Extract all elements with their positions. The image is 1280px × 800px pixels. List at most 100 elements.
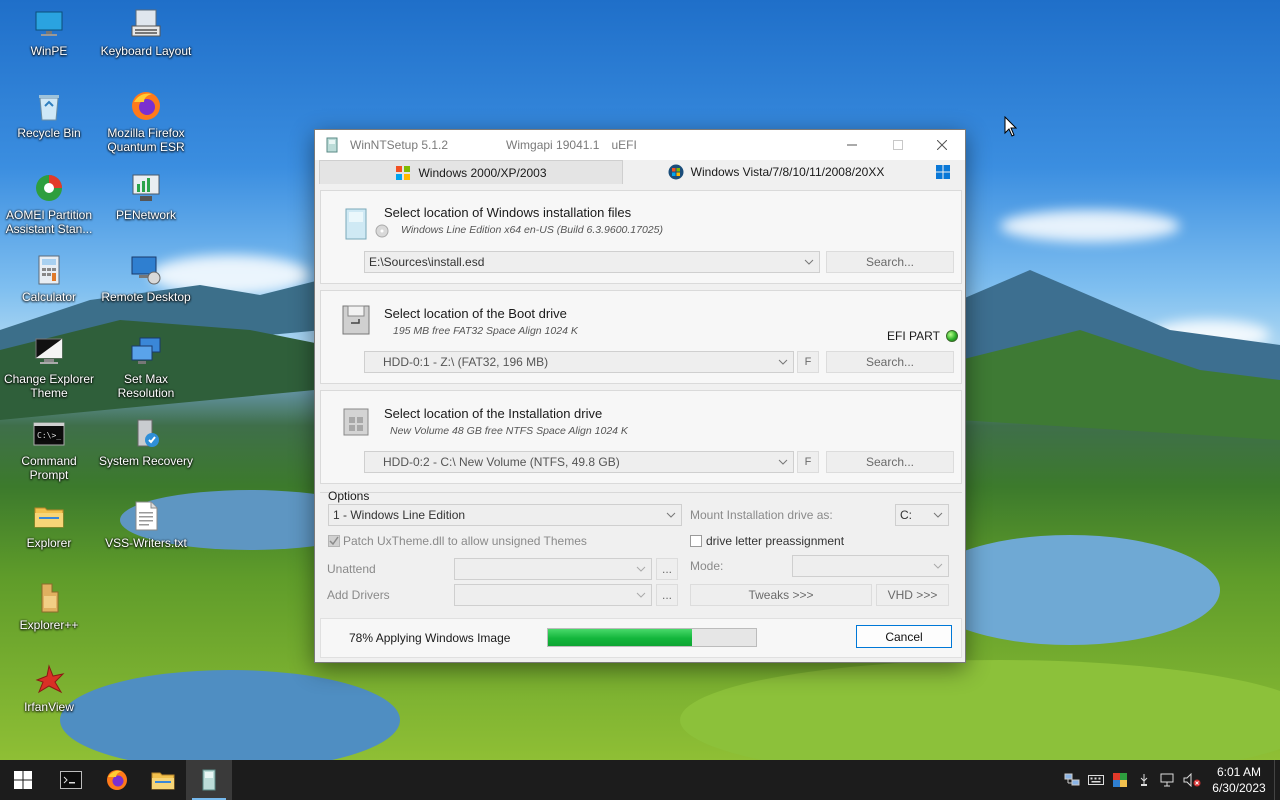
taskbar-clock[interactable]: 6:01 AM 6/30/2023 bbox=[1204, 764, 1274, 796]
chevron-down-icon bbox=[933, 512, 943, 518]
desktop-icon-calculator[interactable]: Calculator bbox=[1, 254, 97, 304]
title-bar[interactable]: WinNTSetup 5.1.2 Wimgapi 19041.1 uEFI bbox=[315, 130, 965, 160]
folder-icon bbox=[151, 772, 175, 790]
firefox-icon bbox=[130, 90, 162, 122]
network-adapter-icon bbox=[1064, 773, 1080, 786]
options-heading: Options bbox=[328, 489, 370, 503]
clock-time: 6:01 AM bbox=[1216, 765, 1262, 779]
tray-volume[interactable] bbox=[1180, 760, 1204, 800]
install-drive-panel: Select location of the Installation driv… bbox=[320, 390, 962, 484]
windows-logo-icon[interactable] bbox=[935, 164, 951, 180]
mode-label: Mode: bbox=[690, 559, 724, 573]
cancel-button[interactable]: Cancel bbox=[856, 625, 952, 648]
winntsetup-app-icon bbox=[202, 769, 216, 791]
install-drive-format-button[interactable]: F bbox=[797, 451, 819, 473]
unattend-combo[interactable] bbox=[454, 558, 652, 580]
taskbar: 6:01 AM 6/30/2023 bbox=[0, 760, 1280, 800]
minimize-icon bbox=[847, 144, 857, 146]
desktop-icon-vss-writers[interactable]: VSS-Writers.txt bbox=[98, 500, 194, 550]
install-files-search-button[interactable]: Search... bbox=[826, 251, 954, 273]
desktop-icon-system-recovery[interactable]: System Recovery bbox=[98, 418, 194, 468]
tray-network-adapter[interactable] bbox=[1060, 760, 1084, 800]
tray-keyboard[interactable] bbox=[1084, 760, 1108, 800]
chevron-down-icon bbox=[636, 566, 646, 572]
tweaks-button[interactable]: Tweaks >>> bbox=[690, 584, 872, 606]
calculator-icon bbox=[33, 254, 65, 286]
boot-drive-format-button[interactable]: F bbox=[797, 351, 819, 373]
edition-combo[interactable]: 1 - Windows Line Edition bbox=[328, 504, 682, 526]
tab-windows-vista-plus[interactable]: Windows Vista/7/8/10/11/2008/20XX bbox=[623, 160, 929, 184]
desktop-icon-irfanview[interactable]: IrfanView bbox=[1, 664, 97, 714]
drive-letter-checkbox[interactable] bbox=[690, 535, 702, 547]
winntsetup-app-icon bbox=[326, 137, 338, 153]
desktop-icon-set-max-resolution[interactable]: Set Max Resolution bbox=[98, 336, 194, 400]
boot-drive-search-button[interactable]: Search... bbox=[826, 351, 954, 373]
vhd-button[interactable]: VHD >>> bbox=[876, 584, 949, 606]
mount-drive-label: Mount Installation drive as: bbox=[690, 508, 833, 522]
close-button[interactable] bbox=[919, 130, 965, 160]
taskbar-explorer[interactable] bbox=[140, 760, 186, 800]
boot-drive-combo[interactable]: HDD-0:1 - Z:\ (FAT32, 196 MB) bbox=[364, 351, 794, 373]
install-source-combo[interactable]: E:\Sources\install.esd bbox=[364, 251, 820, 273]
folder-icon bbox=[33, 500, 65, 532]
close-icon bbox=[937, 140, 947, 150]
install-media-icon bbox=[345, 208, 367, 240]
tray-display-color[interactable] bbox=[1108, 760, 1132, 800]
desktop-icon-command-prompt[interactable]: C:\>_ Command Prompt bbox=[1, 418, 97, 482]
usb-icon bbox=[1140, 774, 1148, 786]
windows-xp-flag-icon bbox=[396, 165, 411, 180]
show-desktop-button[interactable] bbox=[1274, 760, 1280, 800]
desktop-icon-penetwork[interactable]: PENetwork bbox=[98, 172, 194, 222]
unattend-browse-button[interactable]: ... bbox=[656, 558, 678, 580]
install-files-subtitle: Windows Line Edition x64 en-US (Build 6.… bbox=[401, 224, 663, 236]
boot-drive-title: Select location of the Boot drive bbox=[384, 306, 567, 321]
taskbar-firefox[interactable] bbox=[94, 760, 140, 800]
svg-text:C:\>_: C:\>_ bbox=[37, 431, 61, 440]
tray-network[interactable] bbox=[1156, 760, 1180, 800]
chevron-down-icon bbox=[933, 563, 943, 569]
chevron-down-icon bbox=[778, 359, 788, 365]
add-drivers-combo[interactable] bbox=[454, 584, 652, 606]
patch-uxtheme-label: Patch UxTheme.dll to allow unsigned Them… bbox=[343, 534, 587, 548]
mount-drive-combo[interactable]: C: bbox=[895, 504, 949, 526]
start-button[interactable] bbox=[0, 760, 46, 800]
desktop-icon-keyboard-layout[interactable]: Keyboard Layout bbox=[98, 8, 194, 58]
boot-mode: uEFI bbox=[611, 138, 637, 152]
mode-combo[interactable] bbox=[792, 555, 949, 577]
desktop-icon-recycle-bin[interactable]: Recycle Bin bbox=[1, 90, 97, 140]
tab-windows-xp[interactable]: Windows 2000/XP/2003 bbox=[319, 160, 623, 184]
tray-usb[interactable] bbox=[1132, 760, 1156, 800]
winntsetup-window: WinNTSetup 5.1.2 Wimgapi 19041.1 uEFI Wi… bbox=[314, 129, 966, 663]
desktop-icon-change-explorer-theme[interactable]: Change Explorer Theme bbox=[1, 336, 97, 400]
cmd-icon bbox=[60, 771, 82, 789]
desktop-icon-winpe[interactable]: WinPE bbox=[1, 8, 97, 58]
monitor-icon bbox=[33, 8, 65, 40]
desktop-icon-firefox[interactable]: Mozilla Firefox Quantum ESR bbox=[98, 90, 194, 154]
minimize-button[interactable] bbox=[829, 130, 875, 160]
chevron-down-icon bbox=[636, 592, 646, 598]
clock-date: 6/30/2023 bbox=[1212, 781, 1266, 795]
desktop-icon-explorerpp[interactable]: Explorer++ bbox=[1, 582, 97, 632]
desktop-icon-remote-desktop[interactable]: Remote Desktop bbox=[98, 254, 194, 304]
install-drive-title: Select location of the Installation driv… bbox=[384, 406, 603, 421]
checkmark-icon bbox=[329, 536, 339, 546]
unattend-label: Unattend bbox=[327, 562, 376, 576]
efi-part-indicator: EFI PART bbox=[887, 329, 958, 343]
desktop-icon-aomei[interactable]: AOMEI Partition Assistant Stan... bbox=[1, 172, 97, 236]
desktop-icon-explorer[interactable]: Explorer bbox=[1, 500, 97, 550]
maximize-button[interactable] bbox=[875, 130, 921, 160]
taskbar-winntsetup[interactable] bbox=[186, 760, 232, 800]
theme-icon bbox=[33, 336, 65, 368]
patch-uxtheme-checkbox[interactable] bbox=[328, 535, 340, 547]
volume-muted-icon bbox=[1183, 773, 1201, 787]
os-tabs: Windows 2000/XP/2003 Windows Vista/7/8/1… bbox=[317, 160, 963, 184]
progress-bar-fill bbox=[548, 629, 692, 646]
chevron-down-icon bbox=[778, 459, 788, 465]
add-drivers-browse-button[interactable]: ... bbox=[656, 584, 678, 606]
install-drive-combo[interactable]: HDD-0:2 - C:\ New Volume (NTFS, 49.8 GB) bbox=[364, 451, 794, 473]
explorerpp-icon bbox=[33, 582, 65, 614]
install-files-panel: Select location of Windows installation … bbox=[320, 190, 962, 284]
efi-part-label: EFI PART bbox=[887, 329, 940, 343]
taskbar-cmd[interactable] bbox=[48, 760, 94, 800]
install-drive-search-button[interactable]: Search... bbox=[826, 451, 954, 473]
